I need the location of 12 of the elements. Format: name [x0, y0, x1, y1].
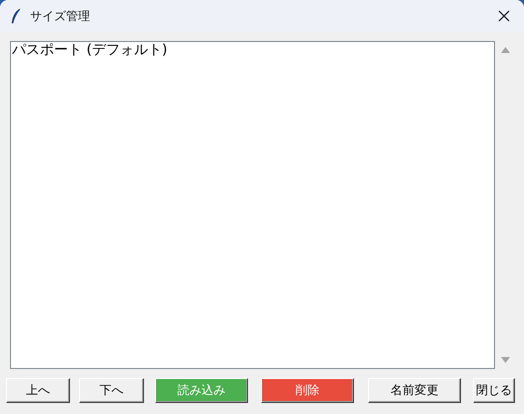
list-item[interactable]: パスポート (デフォルト)	[11, 42, 494, 58]
action-button[interactable]: 名前変更	[368, 378, 461, 403]
scroll-up-icon[interactable]	[501, 47, 510, 53]
window-title: サイズ管理	[30, 8, 91, 24]
action-button[interactable]: 削除	[261, 378, 354, 403]
list-box[interactable]: パスポート (デフォルト)	[10, 41, 495, 369]
close-icon	[498, 10, 510, 22]
action-button[interactable]: 閉じる	[473, 378, 515, 403]
feather-icon	[10, 8, 22, 24]
scroll-down-icon[interactable]	[501, 357, 510, 363]
action-button[interactable]: 下へ	[79, 378, 144, 403]
action-button[interactable]: 上へ	[6, 378, 70, 403]
